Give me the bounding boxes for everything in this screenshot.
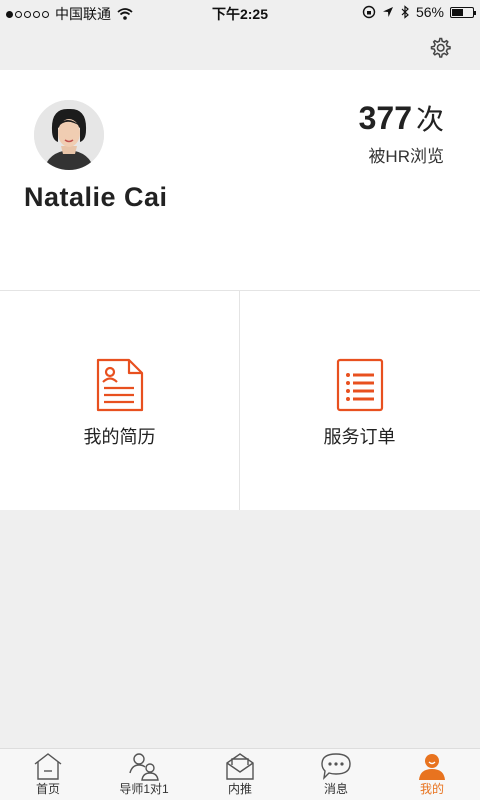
tab-referral-label: 内推	[227, 782, 252, 796]
tab-messages-label: 消息	[323, 782, 348, 796]
chat-bubble-icon	[321, 753, 351, 780]
top-bar	[0, 26, 480, 70]
bottom-tab-bar: 首页 导师1对1 内推 消息 我的	[0, 748, 480, 800]
profile-icon	[419, 754, 445, 780]
avatar-photo	[34, 100, 104, 170]
tab-messages[interactable]: 消息	[288, 749, 384, 800]
settings-gear-icon[interactable]	[428, 36, 452, 60]
service-orders-button[interactable]: 服务订单	[240, 291, 479, 510]
feature-grid: 我的简历 服务订单	[0, 290, 480, 510]
envelope-icon	[226, 753, 254, 780]
hr-views-stat: 377 次 被HR浏览	[359, 98, 444, 167]
home-icon	[34, 753, 62, 780]
tab-profile[interactable]: 我的	[384, 749, 480, 800]
my-resume-label: 我的简历	[83, 427, 156, 447]
location-arrow-icon	[382, 7, 393, 17]
tab-mentor[interactable]: 导师1对1	[96, 749, 192, 800]
avatar[interactable]	[34, 100, 104, 170]
tab-profile-label: 我的	[419, 782, 444, 796]
tab-home-label: 首页	[35, 782, 60, 796]
bluetooth-icon	[401, 5, 409, 19]
user-name: Natalie Cai	[24, 182, 168, 212]
order-list-icon	[336, 358, 383, 412]
status-bar: 中国联通 下午2:25 56%	[0, 0, 480, 26]
service-orders-label: 服务订单	[323, 427, 396, 447]
profile-section: Natalie Cai 377 次 被HR浏览	[0, 70, 480, 290]
battery-icon	[450, 6, 476, 18]
views-count-row: 377 次	[359, 98, 444, 138]
tab-mentor-label: 导师1对1	[119, 782, 169, 796]
views-label: 被HR浏览	[368, 147, 444, 166]
views-unit: 次	[415, 104, 444, 135]
tab-home[interactable]: 首页	[0, 749, 96, 800]
status-bar-right: 56%	[362, 4, 476, 20]
resume-icon	[96, 358, 143, 412]
battery-percentage: 56%	[415, 4, 444, 20]
tab-referral[interactable]: 内推	[192, 749, 288, 800]
views-count: 377	[358, 100, 412, 136]
my-resume-button[interactable]: 我的简历	[0, 291, 240, 510]
mentor-icon	[129, 753, 159, 781]
rotation-lock-icon	[362, 5, 376, 19]
